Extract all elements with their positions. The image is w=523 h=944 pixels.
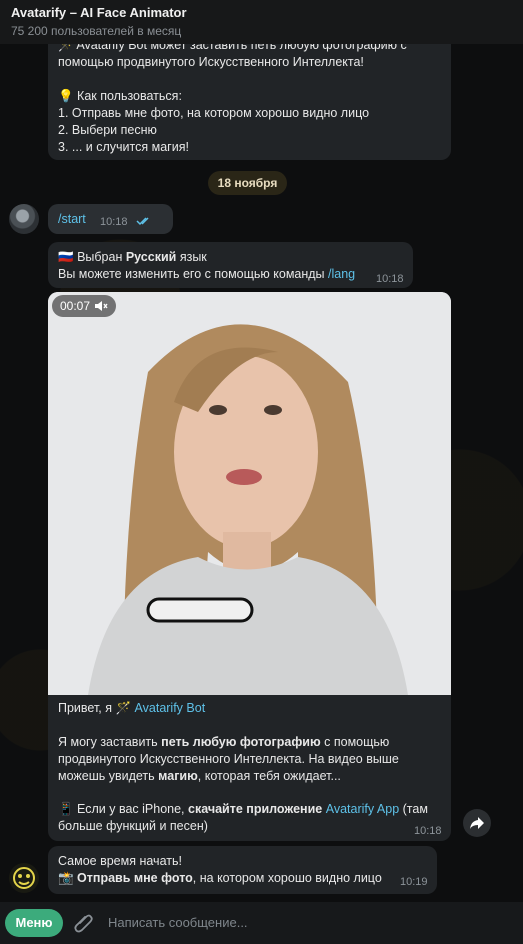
forward-icon bbox=[470, 817, 484, 829]
double-check-icon bbox=[136, 217, 149, 226]
message-line: Самое время начать! bbox=[58, 854, 182, 868]
message-line: 📱 Если у вас iPhone, скачайте приложение… bbox=[58, 802, 428, 816]
message-last: Самое время начать! 📸 Отправь мне фото, … bbox=[48, 846, 437, 894]
paperclip-icon bbox=[74, 914, 93, 933]
forward-button[interactable] bbox=[463, 809, 491, 837]
lang-command-link[interactable]: /lang bbox=[328, 267, 355, 281]
date-separator: 18 ноября bbox=[208, 171, 287, 195]
chat-title: Avatarify – AI Face Animator bbox=[11, 5, 187, 20]
message-time: 10:18 bbox=[376, 273, 404, 285]
user-avatar[interactable] bbox=[9, 204, 39, 234]
message-line: помощью продвинутого Искусственного Инте… bbox=[58, 55, 364, 69]
video-player[interactable] bbox=[48, 292, 451, 695]
message-greeting: Привет, я 🪄 Avatarify Bot Я могу застави… bbox=[48, 695, 451, 841]
message-line: 1. Отправь мне фото, на котором хорошо в… bbox=[58, 106, 370, 120]
message-line: 3. ... и случится магия! bbox=[58, 140, 189, 154]
message-line: Я могу заставить петь любую фотографию с… bbox=[58, 735, 390, 749]
message-line: можешь увидеть магию, которая тебя ожида… bbox=[58, 769, 341, 783]
command-text[interactable]: /start bbox=[58, 211, 86, 228]
chat-window: Avatarify – AI Face Animator 75 200 поль… bbox=[0, 0, 523, 944]
app-link[interactable]: Avatarify App bbox=[326, 802, 399, 816]
video-duration-badge[interactable]: 00:07 bbox=[52, 295, 116, 317]
bot-avatar[interactable] bbox=[9, 863, 39, 893]
message-line: 💡 Как пользоваться: bbox=[58, 89, 182, 103]
message-time: 10:18 bbox=[100, 216, 128, 228]
message-start: /start 10:18 bbox=[48, 204, 173, 234]
message-line: 📸 Отправь мне фото, на котором хорошо ви… bbox=[58, 871, 382, 885]
video-frame bbox=[48, 292, 451, 695]
mute-icon[interactable] bbox=[94, 300, 108, 312]
message-input[interactable] bbox=[108, 911, 508, 933]
message-time: 10:19 bbox=[400, 876, 428, 888]
chat-header[interactable]: Avatarify – AI Face Animator 75 200 поль… bbox=[0, 0, 523, 44]
message-time: 10:18 bbox=[414, 825, 442, 837]
message-line: больше функций и песен) bbox=[58, 819, 208, 833]
menu-button[interactable]: Меню bbox=[5, 909, 63, 937]
message-line: Вы можете изменить его с помощью команды… bbox=[58, 267, 356, 281]
message-line: 2. Выбери песню bbox=[58, 123, 157, 137]
message-line: 🇷🇺 Выбран Русский язык bbox=[58, 250, 207, 264]
chat-subtitle: 75 200 пользователей в месяц bbox=[11, 24, 182, 38]
message-line: Привет, я 🪄 Avatarify Bot bbox=[58, 701, 206, 715]
flag-icon: 🇷🇺 bbox=[58, 250, 74, 264]
message-language: 🇷🇺 Выбран Русский язык Вы можете изменит… bbox=[48, 242, 413, 288]
message-line: продвинутого Искусственного Интеллекта. … bbox=[58, 752, 399, 766]
avatarify-logo-icon bbox=[13, 867, 35, 889]
attach-button[interactable] bbox=[72, 910, 96, 934]
message-intro: 🪄 Avatarify Bot может заставить петь люб… bbox=[48, 32, 451, 160]
bot-name-link[interactable]: Avatarify Bot bbox=[135, 701, 206, 715]
